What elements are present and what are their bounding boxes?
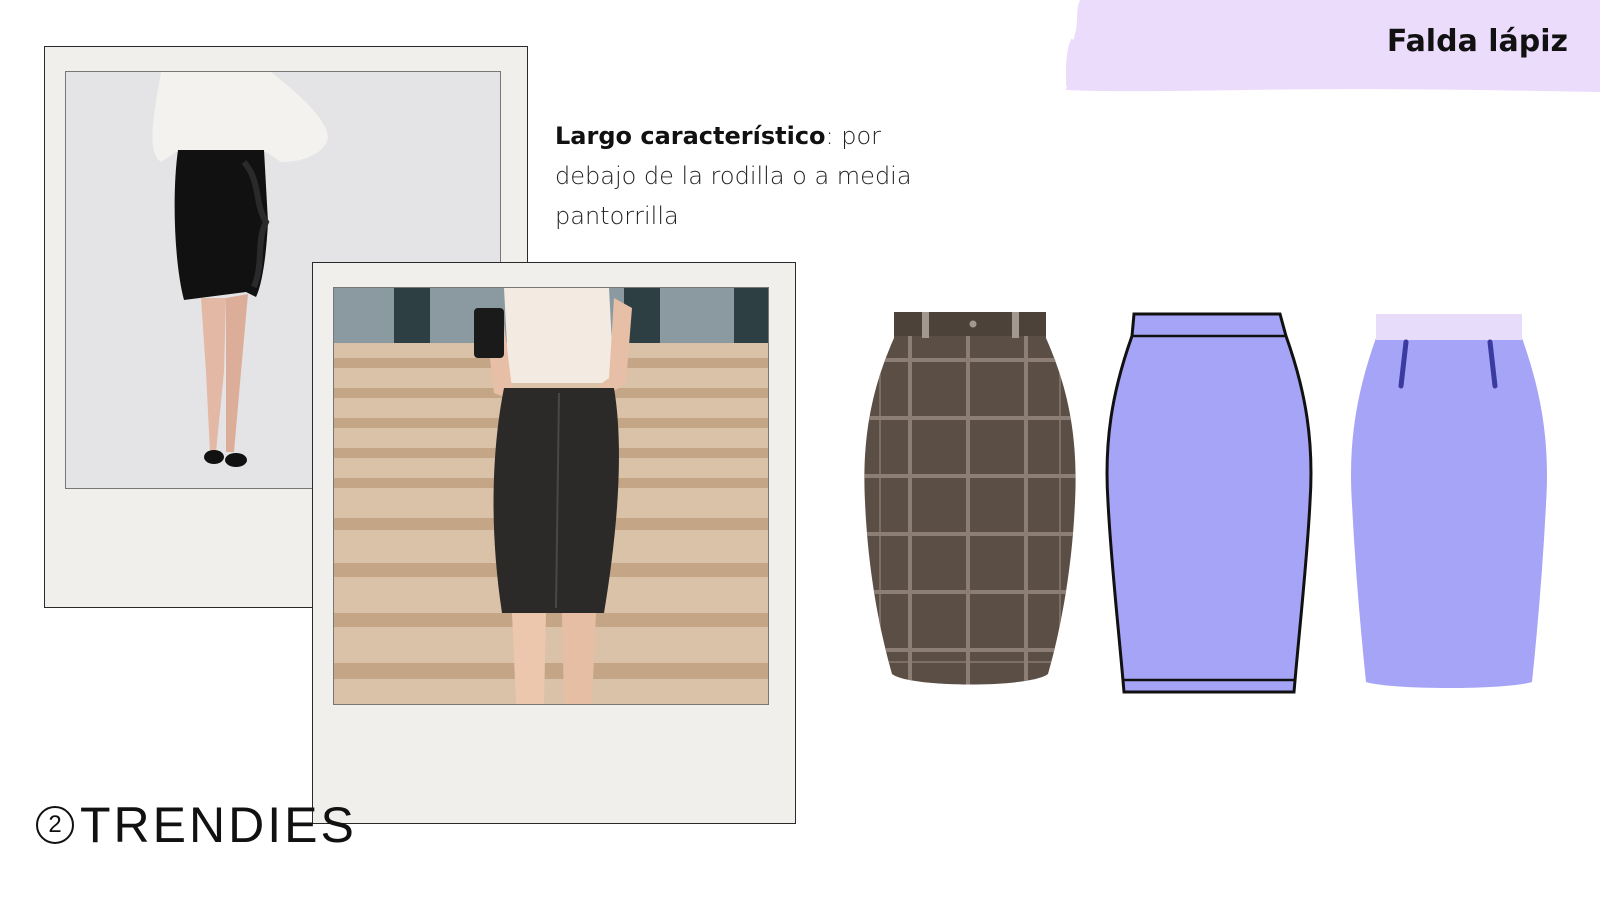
- outline-pencil-skirt: [1105, 312, 1313, 694]
- slide-title: Falda lápiz: [1386, 24, 1568, 59]
- trendies-logo: 2 TRENDIES: [36, 800, 357, 850]
- plaid-pencil-skirt: [864, 312, 1076, 685]
- length-description: Largo característico: por debajo de la r…: [555, 116, 915, 236]
- leather-pencil-skirt-photo: [333, 287, 769, 705]
- polaroid-frame-2: [312, 262, 796, 824]
- description-bold: Largo característico: [555, 122, 826, 150]
- logo-circle: 2: [36, 806, 74, 844]
- logo-text: TRENDIES: [80, 797, 357, 853]
- flat-pencil-skirt: [1351, 314, 1547, 688]
